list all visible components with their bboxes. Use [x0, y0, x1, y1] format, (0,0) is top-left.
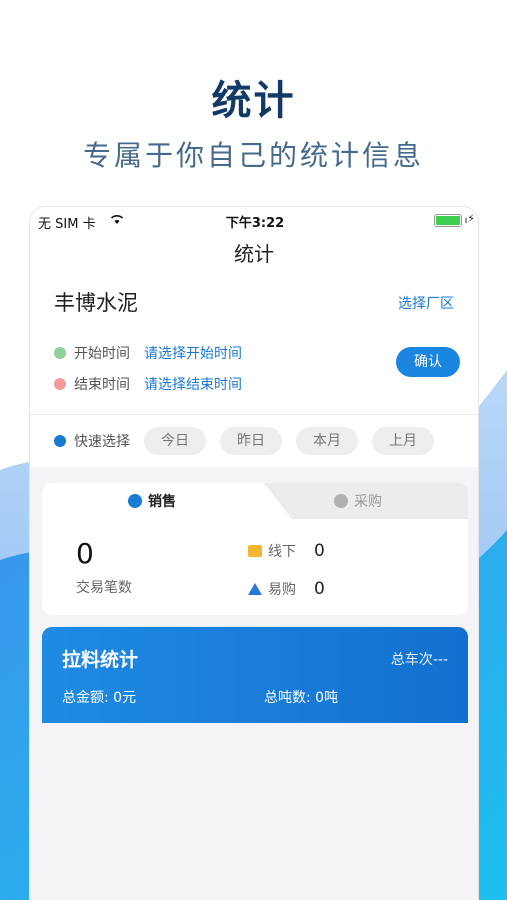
- total-amount: 总金额: 0元: [62, 690, 137, 706]
- purchase-icon: [334, 494, 348, 508]
- nav-title: 统计: [234, 242, 274, 266]
- select-factory-link[interactable]: 选择厂区: [398, 293, 454, 313]
- tab-bar: 销售 采购: [42, 483, 468, 519]
- start-time-row[interactable]: 开始时间 请选择开始时间: [54, 343, 242, 363]
- quick-select-label-group: 快速选择: [54, 431, 144, 451]
- easy-label: 易购: [268, 582, 296, 598]
- transactions-count: 0: [76, 537, 94, 570]
- offline-value: 0: [314, 541, 325, 561]
- hero-subtitle: 专属于你自己的统计信息: [82, 139, 424, 172]
- easy-buy-icon: [248, 583, 262, 595]
- sales-icon: [128, 494, 142, 508]
- offline-label: 线下: [268, 544, 296, 560]
- quick-yesterday-button[interactable]: 昨日: [220, 427, 282, 455]
- quick-dot-icon: [54, 435, 66, 447]
- offline-icon: [248, 545, 262, 557]
- quick-last-month-button[interactable]: 上月: [372, 427, 434, 455]
- tab-purchase-label: 采购: [354, 494, 382, 510]
- company-row: 丰博水泥 选择厂区: [30, 273, 478, 331]
- start-dot-icon: [54, 347, 66, 359]
- phone-screen: 无 SIM 卡 下午3:22 ⚡ 统计 丰博水泥 选择厂区 开始时间 请选择开始…: [29, 206, 479, 900]
- offline-metric: 线下 0: [248, 541, 325, 561]
- tab-purchase[interactable]: 采购: [334, 491, 382, 511]
- total-tons: 总吨数: 0吨: [264, 690, 339, 706]
- confirm-button[interactable]: 确认: [396, 347, 460, 377]
- quick-select-label: 快速选择: [74, 434, 130, 450]
- battery-icon: [434, 214, 462, 227]
- hero-title: 统计: [211, 78, 296, 124]
- end-dot-icon: [54, 378, 66, 390]
- tab-sales-label: 销售: [148, 494, 176, 510]
- start-time-picker[interactable]: 请选择开始时间: [144, 343, 242, 363]
- tab-sales[interactable]: 销售: [128, 491, 176, 511]
- charging-icon: ⚡: [467, 212, 475, 225]
- quick-select-row: 快速选择 今日 昨日 本月 上月: [30, 415, 478, 467]
- pull-stats-title: 拉料统计: [62, 649, 139, 671]
- start-time-label: 开始时间: [74, 346, 130, 362]
- easy-metric: 易购 0: [248, 579, 325, 599]
- company-name: 丰博水泥: [54, 291, 138, 315]
- easy-value: 0: [314, 579, 325, 599]
- header-panel: 无 SIM 卡 下午3:22 ⚡ 统计 丰博水泥 选择厂区 开始时间 请选择开始…: [30, 207, 478, 467]
- end-time-picker[interactable]: 请选择结束时间: [144, 374, 242, 394]
- stats-card: 销售 采购 0 交易笔数 线下 0 易购 0: [42, 483, 468, 615]
- transactions-label: 交易笔数: [76, 580, 132, 596]
- quick-today-button[interactable]: 今日: [144, 427, 206, 455]
- pull-stats-card: 拉料统计 总车次--- 总金额: 0元 总吨数: 0吨: [42, 627, 468, 723]
- date-filter: 开始时间 请选择开始时间 结束时间 请选择结束时间 确认: [30, 331, 478, 415]
- status-bar: 无 SIM 卡 下午3:22 ⚡: [30, 207, 478, 235]
- end-time-row[interactable]: 结束时间 请选择结束时间: [54, 374, 242, 394]
- status-time: 下午3:22: [225, 216, 285, 231]
- end-time-label: 结束时间: [74, 377, 130, 393]
- quick-this-month-button[interactable]: 本月: [296, 427, 358, 455]
- total-trips: 总车次---: [390, 652, 448, 668]
